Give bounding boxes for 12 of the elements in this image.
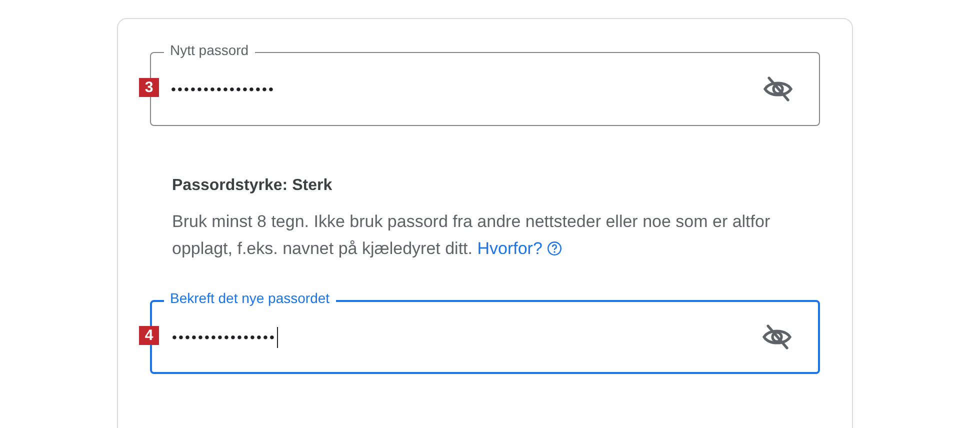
hint-text: Bruk minst 8 tegn. Ikke bruk passord fra andre nettsteder eller noe som er altfor opplagt, f.eks. navnet på kjæledyret ditt. Hvorfor?: [172, 211, 772, 260]
why-link[interactable]: Hvorfor?: [477, 239, 542, 258]
password-value: ••••••••••••••••: [171, 80, 276, 98]
step-badge: 3: [139, 78, 159, 97]
eye-slash-icon[interactable]: [763, 76, 793, 102]
field-label: Nytt passord: [164, 42, 255, 58]
strength-label: Passordstyrke: Sterk: [172, 176, 334, 196]
eye-slash-icon[interactable]: [762, 324, 792, 350]
field-label: Bekreft det nye passordet: [164, 290, 336, 306]
help-icon[interactable]: [547, 241, 562, 256]
step-badge: 4: [139, 326, 159, 345]
password-value: ••••••••••••••••: [172, 326, 278, 348]
